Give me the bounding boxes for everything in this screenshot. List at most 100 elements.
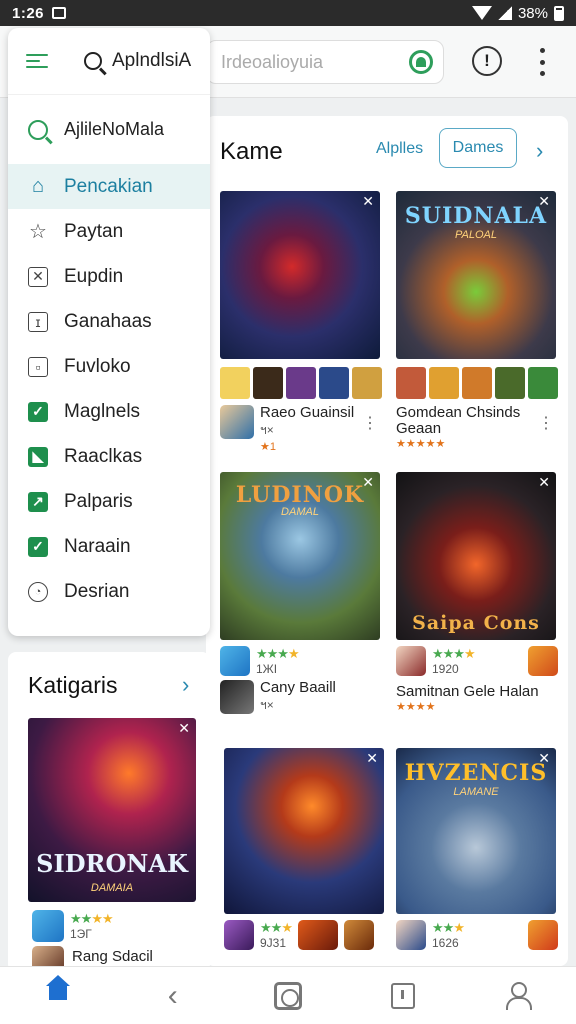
section-title: Kame: [220, 138, 283, 165]
game-art-title: SUIDNALA: [404, 203, 548, 229]
category-game-name: Rang Sdacil: [72, 948, 153, 965]
status-bar: 1:26 38%: [0, 0, 576, 26]
profile-button[interactable]: [498, 976, 538, 1016]
back-button[interactable]: ‹: [153, 976, 193, 1016]
game-card[interactable]: ✕ HVZENCIS LAMANE ★★★ 1626: [396, 748, 558, 950]
review-count: 1920: [432, 662, 459, 676]
close-icon[interactable]: ✕: [538, 474, 550, 491]
more-icon[interactable]: ⋮: [362, 413, 378, 433]
game-card[interactable]: ✕ ★★★ 9J31: [224, 748, 386, 950]
search-input[interactable]: Irdeoalioyuia: [206, 40, 444, 84]
game-info: Samitnan Gele Halan ★★★★: [396, 683, 558, 714]
box-x-icon: ✕: [28, 266, 48, 287]
game-card[interactable]: ✕ LUDINOK DAMAL ★★★★ 1ЖI Cany Baaill ฯ×: [220, 472, 382, 715]
app-icon: [396, 646, 426, 676]
category-artwork[interactable]: ✕ SIDRONAK DAMAIA: [28, 718, 196, 902]
home-button[interactable]: [38, 974, 78, 1016]
drawer-item-palparis[interactable]: ↗ Palparis: [8, 479, 210, 524]
game-art-title: HVZENCIS: [404, 760, 548, 786]
drawer-item-eupdin[interactable]: ✕ Eupdin: [8, 254, 210, 299]
corner-icon: ◣: [28, 446, 48, 467]
camera-button[interactable]: [268, 976, 308, 1016]
drawer-item-label: Eupdin: [64, 265, 124, 287]
drawer-item-label: Paytan: [64, 220, 124, 242]
search-icon[interactable]: [84, 52, 102, 70]
game-artwork[interactable]: ✕ HVZENCIS LAMANE: [396, 748, 556, 914]
drawer-search-item[interactable]: AjlileNoMala: [8, 94, 210, 164]
game-rating: ★1: [260, 441, 276, 453]
games-filter-button[interactable]: Dames: [439, 128, 517, 168]
puzzle-icon: ☆: [29, 221, 47, 243]
exclamation-icon: !: [484, 51, 490, 70]
game-art-subtitle: LAMANE: [453, 786, 499, 798]
game-artwork[interactable]: ✕ LUDINOK DAMAL: [220, 472, 380, 640]
drawer-menu: ⌂ Pencakian ☆ Paytan ✕ Eupdin ɪ Ganahaas…: [8, 164, 210, 614]
app-icon: [220, 405, 254, 439]
star-rating: ★★★: [260, 920, 293, 935]
battery-percent: 38%: [517, 4, 548, 22]
status-right: 38%: [471, 4, 564, 22]
game-artwork[interactable]: ✕ SUIDNALA PALOAL: [396, 191, 556, 359]
rating-line: ★★★★ 1ЖI: [220, 646, 382, 676]
status-time: 1:26: [12, 4, 45, 22]
game-artwork[interactable]: ✕ Saipa Cons: [396, 472, 556, 640]
categories-title: Katigaris: [28, 672, 118, 698]
all-link[interactable]: Alplles: [376, 140, 423, 158]
games-card: Kame Alplles Dames › ✕ Raeo Guainsil ฯ× …: [206, 116, 568, 966]
app-icon: [220, 646, 250, 676]
library-button[interactable]: [383, 976, 423, 1016]
star-rating: ★★★: [432, 920, 465, 935]
more-options-button[interactable]: [530, 48, 554, 76]
drawer-item-naraain[interactable]: ✓ Naraain: [8, 524, 210, 569]
game-card[interactable]: ✕ Saipa Cons ★★★★ 1920 Samitnan Gele Hal…: [396, 472, 558, 713]
play-store-icon[interactable]: [409, 50, 433, 74]
game-artwork[interactable]: ✕: [220, 191, 380, 359]
drawer-item-paytan[interactable]: ☆ Paytan: [8, 209, 210, 254]
game-info: Gomdean Chsinds Geaan ★★★★★: [396, 404, 558, 451]
chevron-right-icon[interactable]: ›: [182, 672, 189, 698]
app-icon: [528, 920, 558, 950]
drawer-item-pencakian[interactable]: ⌂ Pencakian: [8, 164, 210, 209]
game-name: Cany Baaill: [260, 679, 336, 696]
rating-line: ★★★ 9J31: [224, 920, 386, 950]
game-info: Cany Baaill ฯ×: [220, 680, 382, 715]
drawer-item-label: Fuvloko: [64, 355, 131, 377]
menu-icon[interactable]: [26, 54, 48, 68]
page-icon: ɪ: [28, 311, 48, 332]
chevron-right-icon[interactable]: ›: [536, 138, 543, 164]
screenshot-strip: [396, 367, 558, 399]
chevron-left-icon: ‹: [167, 978, 178, 1012]
drawer-item-desrian[interactable]: ◔ Desrian: [8, 569, 210, 614]
drawer-item-label: Raaclkas: [64, 445, 143, 467]
drawer-item-label: Desrian: [64, 580, 130, 602]
drawer-item-maglnels[interactable]: ✓ Maglnels: [8, 389, 210, 434]
game-artwork[interactable]: ✕: [224, 748, 384, 914]
app-icon: [396, 920, 426, 950]
drawer-search-label: AjlileNoMala: [64, 119, 165, 139]
app-icon: [224, 920, 254, 950]
close-icon[interactable]: ✕: [362, 193, 374, 210]
drawer-item-label: Naraain: [64, 535, 131, 557]
game-card[interactable]: ✕ Raeo Guainsil ฯ× ★1 ⋮: [220, 191, 382, 453]
drawer-item-ganahaas[interactable]: ɪ Ganahaas: [8, 299, 210, 344]
info-button[interactable]: !: [472, 46, 502, 76]
close-icon[interactable]: ✕: [366, 750, 378, 767]
search-placeholder: Irdeoalioyuia: [221, 51, 324, 72]
drawer-item-fuvloko[interactable]: ▫ Fuvloko: [8, 344, 210, 389]
more-icon[interactable]: ⋮: [538, 413, 554, 433]
home-icon: ⌂: [31, 175, 45, 197]
close-icon[interactable]: ✕: [178, 720, 190, 737]
game-name: Samitnan Gele Halan: [396, 683, 539, 700]
drawer-header: AplndlsiA: [8, 28, 210, 94]
drawer-item-raaclkas[interactable]: ◣ Raaclkas: [8, 434, 210, 479]
game-sub: ฯ×: [260, 423, 274, 437]
game-rating: ★★★★★: [396, 438, 446, 450]
rating-line: ★★★ 1626: [396, 920, 558, 950]
wifi-icon: [471, 6, 492, 20]
game-card[interactable]: ✕ SUIDNALA PALOAL Gomdean Chsinds Geaan …: [396, 191, 558, 450]
game-name: Gomdean Chsinds Geaan: [396, 404, 521, 437]
check-icon: ✓: [28, 401, 48, 422]
home-icon: [45, 974, 71, 1007]
chat-icon: ◔: [28, 581, 48, 602]
game-info: Raeo Guainsil ฯ× ★1: [220, 405, 382, 453]
